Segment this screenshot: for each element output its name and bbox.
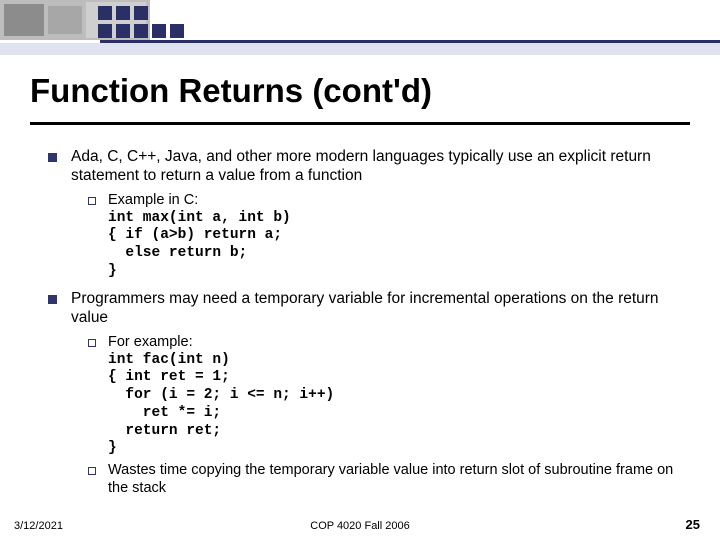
sub-bullet-square-icon bbox=[88, 467, 96, 475]
sub-bullet-body: For example: int fac(int n) { int ret = … bbox=[108, 334, 688, 458]
sub-bullet-lead: Example in C: bbox=[108, 192, 198, 208]
bullet-text: Ada, C, C++, Java, and other more modern… bbox=[71, 148, 688, 186]
bullet-1-sub: Example in C: int max(int a, int b) { if… bbox=[88, 192, 688, 280]
bullet-text: Programmers may need a temporary variabl… bbox=[71, 290, 688, 328]
bullet-square-icon bbox=[48, 153, 57, 162]
sub-bullet-body: Example in C: int max(int a, int b) { if… bbox=[108, 192, 688, 280]
sub-bullet: Wastes time copying the temporary variab… bbox=[88, 462, 688, 497]
footer-page-number: 25 bbox=[686, 517, 700, 532]
slide: Function Returns (cont'd) Ada, C, C++, J… bbox=[0, 0, 720, 540]
code-block: int fac(int n) { int ret = 1; for (i = 2… bbox=[108, 352, 688, 458]
sub-bullet-square-icon bbox=[88, 197, 96, 205]
sub-bullet-square-icon bbox=[88, 339, 96, 347]
slide-title: Function Returns (cont'd) bbox=[30, 72, 432, 110]
sub-bullet-lead: Wastes time copying the temporary variab… bbox=[108, 462, 688, 497]
bullet-2-sub: For example: int fac(int n) { int ret = … bbox=[88, 334, 688, 497]
sub-bullet: Example in C: int max(int a, int b) { if… bbox=[88, 192, 688, 280]
sub-bullet-lead: For example: bbox=[108, 334, 193, 350]
bullet-square-icon bbox=[48, 295, 57, 304]
code-block: int max(int a, int b) { if (a>b) return … bbox=[108, 210, 688, 281]
sub-bullet: For example: int fac(int n) { int ret = … bbox=[88, 334, 688, 458]
title-underline bbox=[30, 122, 690, 125]
bullet-1: Ada, C, C++, Java, and other more modern… bbox=[48, 148, 688, 186]
bullet-2: Programmers may need a temporary variabl… bbox=[48, 290, 688, 328]
header-decoration bbox=[0, 0, 720, 60]
content-area: Ada, C, C++, Java, and other more modern… bbox=[48, 148, 688, 507]
footer-course: COP 4020 Fall 2006 bbox=[0, 520, 720, 532]
